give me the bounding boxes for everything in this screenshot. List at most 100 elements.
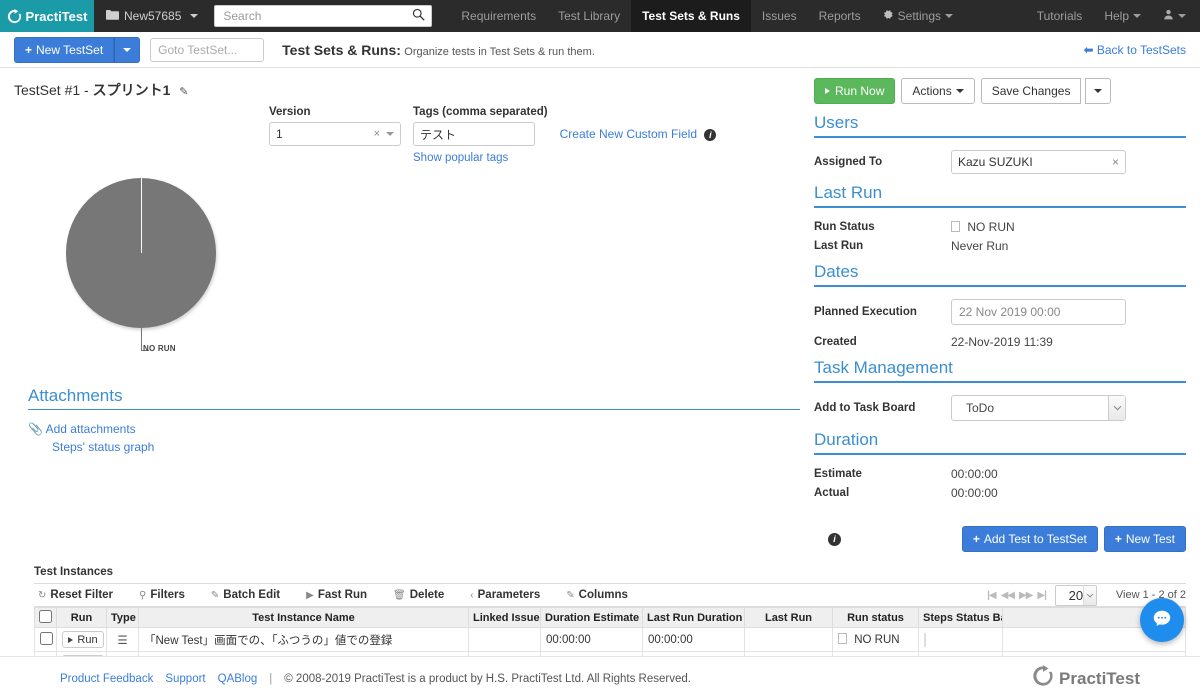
scripted-test-icon: ☰: [117, 634, 128, 647]
page-size-select[interactable]: 20: [1054, 584, 1097, 606]
footer-link-product-feedback[interactable]: Product Feedback: [60, 673, 153, 685]
page-title: Test Sets & Runs: Organize tests in Test…: [282, 42, 595, 58]
columns-icon: ✎: [566, 589, 575, 601]
new-testset-button[interactable]: + New TestSet: [14, 36, 115, 63]
row-name-cell[interactable]: 「New Test」画面での、「ふつうの」値での登録: [138, 627, 469, 652]
new-test-button[interactable]: + New Test: [1103, 526, 1186, 552]
nav-item-reports[interactable]: Reports: [808, 0, 872, 32]
batch-edit-button[interactable]: ✎ Batch Edit: [198, 589, 293, 601]
col-last-run[interactable]: Last Run: [744, 607, 833, 628]
clear-icon[interactable]: ×: [1112, 155, 1119, 169]
left-column: TestSet #1 - スプリント1 ✎ Version 1 × Tags (…: [14, 68, 800, 552]
info-icon[interactable]: i: [704, 129, 717, 141]
play-icon: [825, 88, 830, 94]
first-page-button[interactable]: |◀: [987, 590, 996, 601]
row-steps-status-cell: [918, 627, 1003, 652]
user-icon: [1163, 9, 1174, 23]
row-select-cell[interactable]: [34, 627, 57, 652]
project-selector[interactable]: New57685: [94, 0, 210, 32]
steps-status-graph-link[interactable]: Steps' status graph: [52, 440, 154, 454]
col-linked-issues[interactable]: Linked Issues: [468, 607, 541, 628]
nav-item-test-library[interactable]: Test Library: [547, 0, 631, 32]
footer-separator: |: [269, 672, 273, 685]
search-icon[interactable]: [412, 8, 426, 24]
parameters-button[interactable]: ‹ Parameters: [457, 589, 553, 601]
clear-icon[interactable]: ×: [374, 128, 380, 140]
col-run[interactable]: Run: [56, 607, 107, 628]
row-checkbox[interactable]: [40, 631, 53, 645]
task-board-select[interactable]: ToDo: [951, 395, 1126, 421]
nav-item-issues[interactable]: Issues: [751, 0, 808, 32]
test-instances-title: Test Instances: [34, 566, 1186, 584]
columns-button[interactable]: ✎ Columns: [553, 589, 641, 601]
assigned-to-select[interactable]: Kazu SUZUKI ×: [951, 150, 1126, 174]
footer-link-qablog[interactable]: QABlog: [218, 673, 258, 685]
table-row[interactable]: Run ☰ 「New Test」画面での、「ふつうの」値での登録 00:00:0…: [34, 627, 1186, 652]
new-testset-dropdown-button[interactable]: [114, 36, 141, 63]
nav-label: Help: [1104, 9, 1129, 23]
row-run-status-cell: NO RUN: [832, 627, 919, 652]
pencil-icon[interactable]: ✎: [179, 86, 188, 98]
last-page-button[interactable]: ▶|: [1037, 590, 1046, 601]
back-to-testsets-link[interactable]: ⬅ Back to TestSets: [1083, 43, 1186, 57]
nav-item-tutorials[interactable]: Tutorials: [1026, 0, 1094, 32]
row-run-button[interactable]: Run: [62, 631, 104, 648]
delete-button[interactable]: 🗑 Delete: [380, 589, 457, 601]
estimate-label: Estimate: [814, 468, 862, 480]
col-steps-status-bar[interactable]: Steps Status Bar: [918, 607, 1003, 628]
back-link-label: Back to TestSets: [1096, 42, 1186, 57]
run-now-button[interactable]: Run Now: [814, 78, 896, 104]
select-all-checkbox[interactable]: [39, 609, 52, 623]
view-count-top: View 1 - 2 of 2: [1115, 589, 1186, 601]
col-test-instance-name[interactable]: Test Instance Name: [138, 607, 469, 628]
filters-button[interactable]: ⚲ Filters: [126, 589, 198, 601]
chevron-down-icon[interactable]: [1082, 585, 1096, 605]
show-popular-tags-link[interactable]: Show popular tags: [413, 152, 548, 164]
goto-testset-input[interactable]: [150, 37, 265, 62]
page-size-value: 20: [1068, 587, 1084, 603]
search-box[interactable]: [214, 5, 433, 27]
prev-page-button[interactable]: ◀◀: [1001, 590, 1015, 601]
tags-input[interactable]: [413, 122, 535, 146]
run-status-pie-chart: NO RUN: [14, 170, 264, 400]
version-select[interactable]: 1 ×: [269, 122, 401, 146]
actual-label: Actual: [814, 487, 850, 499]
planned-execution-label: Planned Execution: [814, 306, 917, 318]
chevron-down-icon: [1094, 89, 1103, 93]
select-all-header[interactable]: [34, 607, 57, 628]
task-board-value: ToDo: [966, 401, 995, 415]
save-changes-dropdown-button[interactable]: [1085, 78, 1112, 104]
search-input[interactable]: [221, 8, 413, 24]
reset-filter-button[interactable]: ↻ Reset Filter: [34, 589, 126, 601]
nav-item-user-menu[interactable]: [1152, 0, 1200, 32]
add-attachments-link[interactable]: 📎 Add attachments: [28, 422, 800, 436]
planned-execution-input[interactable]: [951, 299, 1126, 325]
fast-run-button[interactable]: ▶ Fast Run: [293, 589, 380, 601]
col-last-run-duration[interactable]: Last Run Duration: [642, 607, 745, 628]
row-run-cell: Run: [56, 627, 107, 652]
steps-status-bar: [924, 632, 926, 647]
save-changes-button[interactable]: Save Changes: [980, 78, 1082, 104]
col-run-status[interactable]: Run status: [832, 607, 919, 628]
trash-icon: 🗑: [393, 589, 406, 601]
chat-widget-button[interactable]: [1140, 598, 1184, 642]
task-management-section-heading: Task Management: [814, 358, 1186, 383]
nav-item-help[interactable]: Help: [1093, 0, 1152, 32]
add-test-to-testset-button[interactable]: + Add Test to TestSet: [961, 526, 1098, 552]
last-run-section-heading: Last Run: [814, 183, 1186, 208]
chevron-down-icon[interactable]: [1108, 396, 1125, 420]
nav-item-requirements[interactable]: Requirements: [450, 0, 547, 32]
col-duration-estimate[interactable]: Duration Estimate: [540, 607, 643, 628]
page-subheader: + New TestSet Test Sets & Runs: Organize…: [0, 32, 1200, 68]
create-new-custom-field-link[interactable]: Create New Custom Field i: [560, 127, 717, 164]
info-icon[interactable]: i: [828, 532, 841, 546]
next-page-button[interactable]: ▶▶: [1019, 590, 1033, 601]
duration-section-heading: Duration: [814, 430, 1186, 455]
nav-item-settings[interactable]: Settings: [872, 0, 964, 32]
add-test-to-testset-label: Add Test to TestSet: [983, 532, 1087, 546]
nav-item-test-sets-and-runs[interactable]: Test Sets & Runs: [631, 0, 751, 32]
footer-link-support[interactable]: Support: [165, 673, 205, 685]
col-type[interactable]: Type: [106, 607, 139, 628]
actions-dropdown-button[interactable]: Actions: [901, 78, 975, 104]
brand-logo[interactable]: PractiTest: [0, 0, 94, 32]
